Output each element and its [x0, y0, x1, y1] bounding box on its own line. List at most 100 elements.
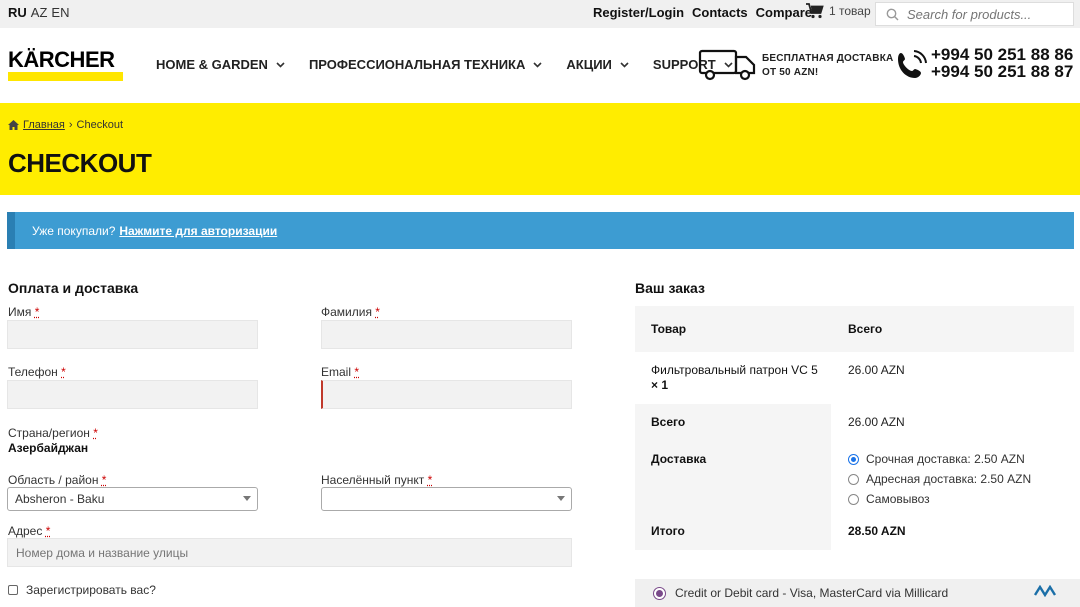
- logo-bar: [8, 72, 123, 81]
- millikart-logo: [1033, 584, 1057, 600]
- payment-radio[interactable]: [654, 587, 665, 599]
- chevron-down-icon: [533, 61, 542, 68]
- payment-method-option[interactable]: Credit or Debit card - Visa, MasterCard …: [635, 579, 1080, 607]
- last-name-field[interactable]: [321, 320, 572, 349]
- language-switcher: RU AZ EN: [8, 5, 69, 20]
- phone-number-1[interactable]: +994 50 251 88 86: [931, 46, 1073, 63]
- total-label: Итого: [635, 512, 831, 550]
- register-login-link[interactable]: Register/Login: [593, 5, 684, 20]
- billing-title: Оплата и доставка: [8, 280, 139, 296]
- subtotal-label: Всего: [635, 404, 831, 440]
- region-select[interactable]: Absheron - Baku: [7, 487, 258, 511]
- page-title: CHECKOUT: [8, 148, 152, 178]
- first-name-input[interactable]: [8, 321, 257, 348]
- city-label: Населённый пункт *: [321, 473, 433, 487]
- karcher-logo[interactable]: KÄRCHER: [8, 47, 123, 81]
- search-input[interactable]: [907, 6, 1067, 22]
- free-shipping-line1: БЕСПЛАТНАЯ ДОСТАВКА: [762, 53, 894, 64]
- order-item-name: Фильтровальный патрон VC 5: [651, 363, 818, 377]
- notice-text: Уже покупали?: [32, 223, 116, 238]
- order-item-cell: Фильтровальный патрон VC 5 × 1: [635, 352, 831, 404]
- returning-customer-notice: Уже покупали? Нажмите для авторизации: [7, 212, 1074, 249]
- compare-link[interactable]: Compare: [756, 5, 812, 20]
- lang-en[interactable]: EN: [51, 5, 69, 20]
- email-label: Email *: [321, 365, 360, 379]
- free-shipping-line2: ОТ 50 AZN!: [762, 67, 819, 78]
- search-box: [875, 2, 1074, 26]
- phone-number-2[interactable]: +994 50 251 88 87: [931, 63, 1073, 80]
- address-field[interactable]: [7, 538, 572, 567]
- col-total-header: Всего: [848, 322, 883, 336]
- millikart-logo-icon: [1033, 584, 1057, 598]
- country-value: Азербайджан: [8, 441, 89, 455]
- subtotal-value: 26.00 AZN: [848, 415, 905, 429]
- breadcrumb-separator: ›: [68, 119, 73, 131]
- shipping-options: Срочная доставка: 2.50 AZN Адресная дост…: [831, 440, 1074, 512]
- email-field[interactable]: [321, 380, 572, 409]
- cart-link[interactable]: 1 товар: [806, 3, 871, 19]
- order-shipping-row: Доставка Срочная доставка: 2.50 AZN Адре…: [635, 440, 1074, 512]
- shipping-radio-pickup[interactable]: [848, 493, 859, 505]
- search-icon[interactable]: [886, 8, 899, 21]
- shipping-option-label: Адресная доставка: 2.50 AZN: [866, 472, 1032, 486]
- phone-numbers: +994 50 251 88 86 +994 50 251 88 87: [931, 46, 1073, 80]
- shipping-label: Доставка: [635, 440, 831, 512]
- home-icon: [8, 120, 19, 130]
- phone-label: Телефон *: [8, 365, 66, 379]
- dropdown-arrow-icon: [557, 496, 565, 501]
- order-item-price: 26.00 AZN: [848, 363, 905, 377]
- register-checkbox-label: Зарегистрировать вас?: [26, 583, 156, 597]
- shipping-option-label: Срочная доставка: 2.50 AZN: [866, 452, 1025, 466]
- email-input[interactable]: [323, 381, 571, 408]
- free-shipping-note: БЕСПЛАТНАЯ ДОСТАВКА ОТ 50 AZN!: [762, 52, 893, 80]
- first-name-field[interactable]: [7, 320, 258, 349]
- nav-promotions[interactable]: АКЦИИ: [566, 57, 629, 72]
- login-link[interactable]: Нажмите для авторизации: [119, 224, 277, 238]
- lang-az[interactable]: AZ: [31, 5, 48, 20]
- total-value: 28.50 AZN: [848, 524, 906, 538]
- shipping-radio-address[interactable]: [848, 473, 859, 485]
- last-name-label: Фамилия *: [321, 305, 380, 319]
- cart-count: 1 товар: [829, 4, 871, 18]
- payment-method-label: Credit or Debit card - Visa, MasterCard …: [675, 586, 949, 600]
- nav-home-garden[interactable]: HOME & GARDEN: [156, 57, 285, 72]
- shipping-radio-express[interactable]: [848, 453, 859, 465]
- last-name-input[interactable]: [322, 321, 571, 348]
- shipping-option-express[interactable]: Срочная доставка: 2.50 AZN: [848, 452, 1074, 466]
- col-product-header: Товар: [651, 322, 687, 336]
- country-label: Страна/регион *: [8, 426, 98, 440]
- top-bar: RU AZ EN Register/Login Contacts Compare…: [0, 0, 1080, 28]
- breadcrumb: Главная › Checkout: [8, 119, 123, 131]
- order-header-row: Товар Всего: [635, 306, 1074, 352]
- register-option[interactable]: Зарегистрировать вас?: [8, 583, 156, 597]
- address-input[interactable]: [8, 539, 571, 566]
- order-item-row: Фильтровальный патрон VC 5 × 1 26.00 AZN: [635, 352, 1074, 404]
- region-label: Область / район *: [8, 473, 107, 487]
- city-select[interactable]: [321, 487, 572, 511]
- phone-input[interactable]: [8, 381, 257, 408]
- breadcrumb-home-link[interactable]: Главная: [23, 119, 65, 131]
- chevron-down-icon: [276, 61, 285, 68]
- breadcrumb-current: Checkout: [76, 119, 124, 131]
- nav-label: ПРОФЕССИОНАЛЬНАЯ ТЕХНИКА: [308, 57, 526, 72]
- dropdown-arrow-icon: [243, 496, 251, 501]
- address-label: Адрес *: [8, 524, 51, 538]
- shipping-option-pickup[interactable]: Самовывоз: [848, 492, 1074, 506]
- region-selected-value: Absheron - Baku: [15, 492, 105, 506]
- logo-wordmark: KÄRCHER: [8, 47, 115, 72]
- first-name-label: Имя *: [8, 305, 40, 319]
- top-links: Register/Login Contacts Compare: [593, 5, 812, 20]
- order-total-row: Итого 28.50 AZN: [635, 512, 1074, 550]
- order-subtotal-row: Всего 26.00 AZN: [635, 404, 1074, 440]
- phone-field[interactable]: [7, 380, 258, 409]
- lang-ru[interactable]: RU: [8, 5, 27, 20]
- shipping-option-address[interactable]: Адресная доставка: 2.50 AZN: [848, 472, 1074, 486]
- page-header-band: Главная › Checkout CHECKOUT: [0, 103, 1080, 195]
- register-checkbox[interactable]: [8, 585, 18, 595]
- phone-icon: [898, 50, 927, 78]
- contacts-link[interactable]: Contacts: [692, 5, 748, 20]
- nav-label: АКЦИИ: [566, 57, 612, 72]
- site-header: KÄRCHER HOME & GARDEN ПРОФЕССИОНАЛЬНАЯ Т…: [0, 28, 1080, 103]
- nav-professional[interactable]: ПРОФЕССИОНАЛЬНАЯ ТЕХНИКА: [309, 57, 542, 72]
- cart-icon: [806, 3, 824, 19]
